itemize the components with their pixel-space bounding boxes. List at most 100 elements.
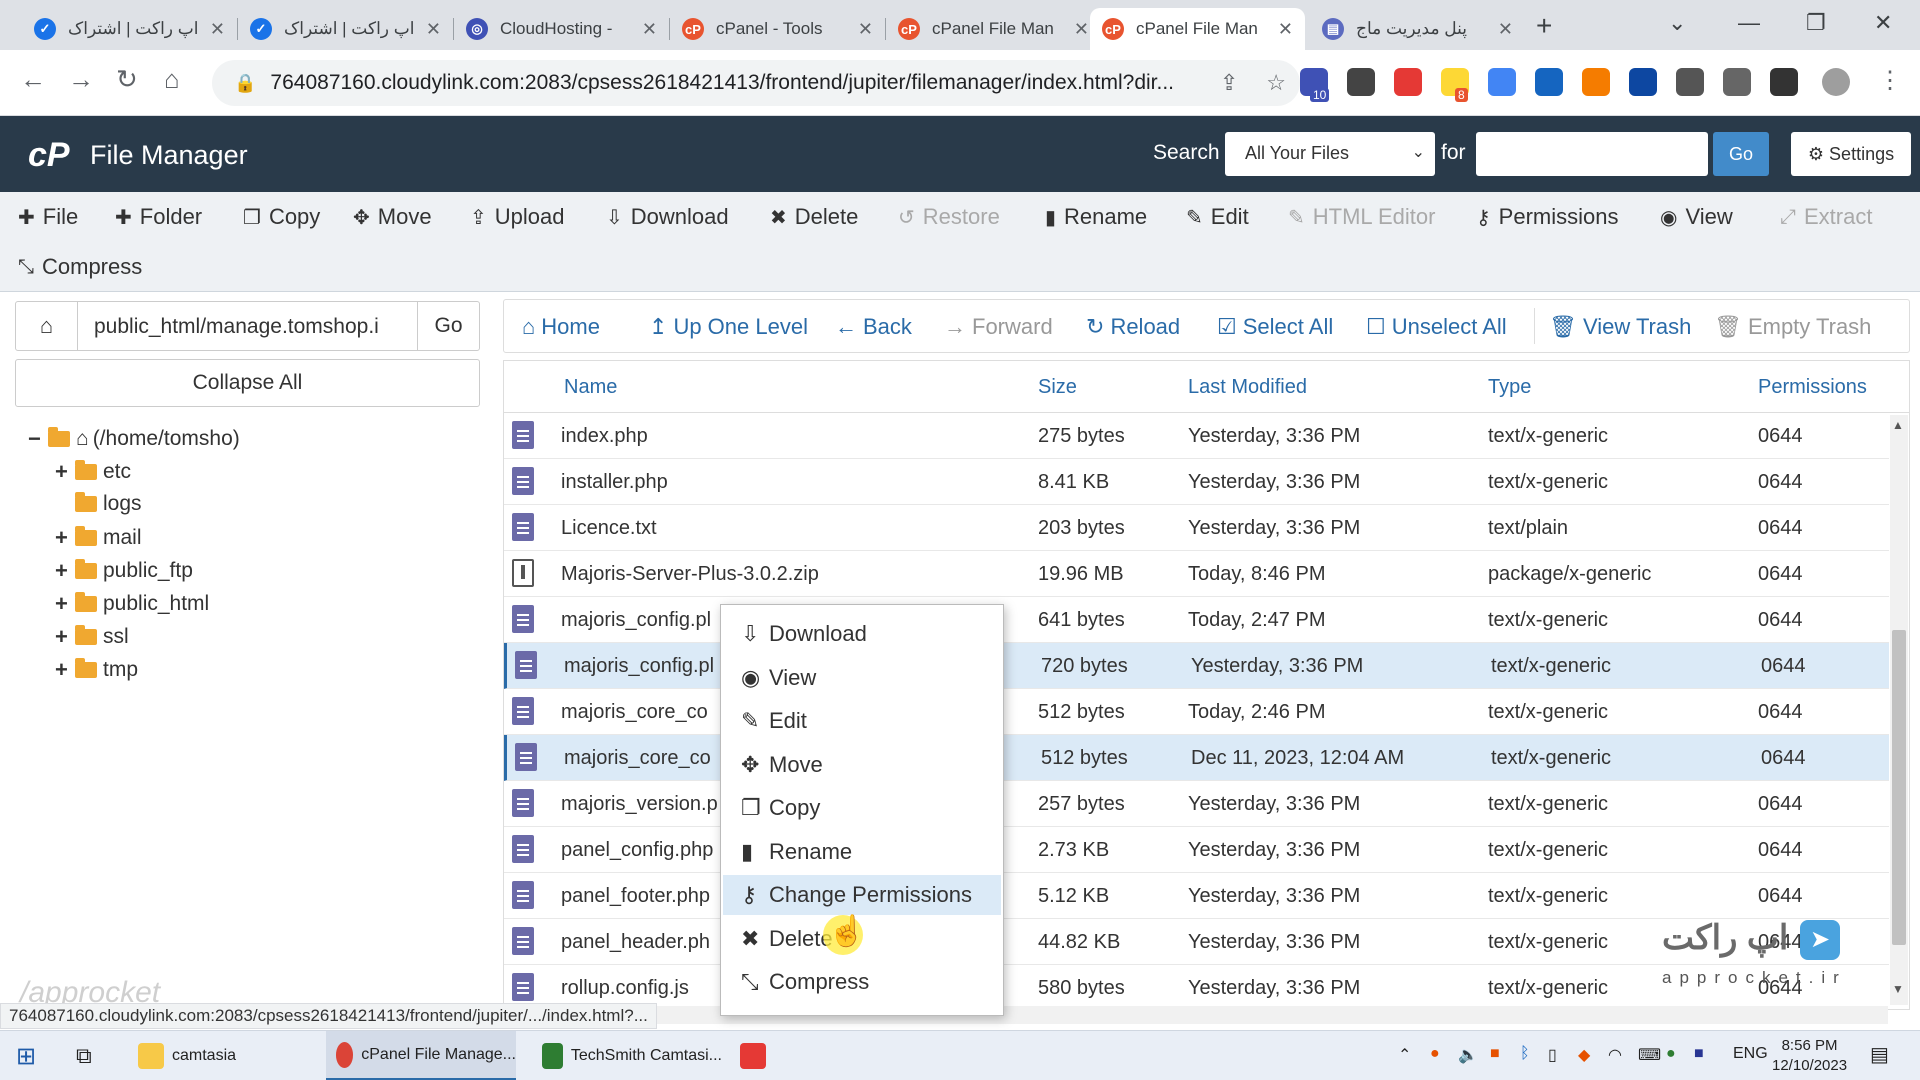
- tray-chevron-icon[interactable]: ⌃: [1398, 1045, 1411, 1065]
- search-input[interactable]: [1476, 132, 1708, 176]
- column-size[interactable]: Size: [1038, 376, 1077, 399]
- unselect-all-button[interactable]: ☐ Unselect All: [1366, 314, 1507, 340]
- ctx-download[interactable]: ⇩ Download: [723, 614, 1001, 654]
- tree-item-public-ftp[interactable]: + public_ftp: [55, 558, 193, 584]
- tab-close-icon[interactable]: ✕: [1074, 19, 1089, 40]
- expand-icon[interactable]: +: [55, 591, 75, 617]
- column-last-modified[interactable]: Last Modified: [1188, 376, 1307, 399]
- tree-root[interactable]: − ⌂ (/home/tomsho): [28, 426, 240, 452]
- ctx-rename[interactable]: ▮ Rename: [723, 832, 1001, 872]
- cell-name[interactable]: majoris_config.pl: [561, 609, 711, 632]
- tab-close-icon[interactable]: ✕: [1498, 19, 1513, 40]
- upload-button[interactable]: ⇪ Upload: [470, 204, 564, 230]
- table-row[interactable]: installer.php 8.41 KB Yesterday, 3:36 PM te…: [504, 459, 1889, 505]
- scrollbar-thumb[interactable]: [1892, 630, 1906, 945]
- forward-button[interactable]: → Forward: [944, 314, 1053, 340]
- new-folder-button[interactable]: ✚ Folder: [115, 204, 202, 230]
- bookmark-star-icon[interactable]: ☆: [1266, 70, 1286, 96]
- extensions-puzzle-icon[interactable]: [1723, 68, 1751, 96]
- nav-home-button[interactable]: ⌂ Home: [522, 314, 600, 340]
- home-icon[interactable]: ⌂: [16, 302, 78, 350]
- column-type[interactable]: Type: [1488, 376, 1531, 399]
- taskbar-camtasia-folder[interactable]: camtasia: [128, 1031, 318, 1080]
- notification-icon[interactable]: ▤: [1870, 1042, 1889, 1067]
- tray-icon-9[interactable]: ●: [1666, 1045, 1676, 1063]
- forward-arrow-icon[interactable]: →: [68, 64, 94, 95]
- back-button[interactable]: ← Back: [835, 314, 912, 340]
- table-row[interactable]: majoris_config.pl 720 bytes Yesterday, 3:3…: [504, 643, 1889, 689]
- settings-button[interactable]: ⚙ Settings: [1791, 132, 1911, 176]
- search-scope-select[interactable]: All Your Files ⌄: [1225, 132, 1435, 176]
- table-row[interactable]: panel_config.php 2.73 KB Yesterday, 3:36 P…: [504, 827, 1889, 873]
- view-trash-button[interactable]: 🗑 View Trash: [1549, 314, 1691, 340]
- table-row[interactable]: index.php 275 bytes Yesterday, 3:36 PM text…: [504, 413, 1889, 459]
- tree-item-ssl[interactable]: + ssl: [55, 624, 129, 650]
- tab-close-icon[interactable]: ✕: [642, 19, 657, 40]
- battery-icon[interactable]: ▯: [1548, 1045, 1557, 1065]
- ctx-move[interactable]: ✥ Move: [723, 745, 1001, 785]
- extension-icon-9[interactable]: [1676, 68, 1704, 96]
- wifi-icon[interactable]: ◠: [1608, 1045, 1622, 1065]
- restore-icon[interactable]: ❐: [1806, 10, 1826, 36]
- expand-icon[interactable]: +: [55, 657, 75, 683]
- tab-close-icon[interactable]: ✕: [1278, 19, 1293, 40]
- compress-button[interactable]: ⤡ Compress: [18, 254, 142, 280]
- extension-icon-6[interactable]: [1535, 68, 1563, 96]
- move-button[interactable]: ✥ Move: [353, 204, 432, 230]
- cell-name[interactable]: index.php: [561, 425, 648, 448]
- path-input[interactable]: public_html/manage.tomshop.i: [94, 315, 414, 339]
- qr-extension-icon[interactable]: [1347, 68, 1375, 96]
- tab-search-icon[interactable]: ⌄: [1668, 10, 1686, 36]
- browser-tab-5[interactable]: cP cPanel File Man ✕: [886, 8, 1101, 50]
- reload-icon[interactable]: ↻: [116, 64, 138, 95]
- rename-button[interactable]: ▮ Rename: [1045, 204, 1147, 230]
- browser-tab-active[interactable]: cP cPanel File Man ✕: [1090, 8, 1305, 50]
- edit-button[interactable]: ✎ Edit: [1186, 204, 1249, 230]
- cell-name[interactable]: panel_config.php: [561, 839, 713, 862]
- tab-close-icon[interactable]: ✕: [858, 19, 873, 40]
- more-menu-icon[interactable]: ⋮: [1878, 66, 1902, 95]
- table-row[interactable]: Licence.txt 203 bytes Yesterday, 3:36 PM te…: [504, 505, 1889, 551]
- task-view-icon[interactable]: ⧉: [76, 1031, 92, 1080]
- home-icon[interactable]: ⌂: [164, 64, 180, 95]
- tab-close-icon[interactable]: ✕: [426, 19, 441, 40]
- metamask-icon[interactable]: [1582, 68, 1610, 96]
- download-button[interactable]: ⇩ Download: [606, 204, 729, 230]
- tree-item-mail[interactable]: + mail: [55, 525, 142, 551]
- copy-button[interactable]: ❐ Copy: [243, 204, 320, 230]
- language-indicator[interactable]: ENG: [1733, 1045, 1768, 1063]
- browser-tab-1[interactable]: ✓ اپ راکت | اشتراک ✕: [22, 8, 237, 50]
- keyboard-icon[interactable]: ⌨: [1638, 1045, 1661, 1065]
- collapse-all-button[interactable]: Collapse All: [15, 359, 480, 407]
- tree-item-tmp[interactable]: + tmp: [55, 657, 138, 683]
- scroll-down-icon[interactable]: ▼: [1892, 982, 1904, 996]
- cell-name[interactable]: majoris_config.pl: [564, 655, 714, 678]
- ctx-compress[interactable]: ⤡ Compress: [723, 962, 1001, 1002]
- tree-item-etc[interactable]: + etc: [55, 459, 131, 485]
- horizontal-scrollbar[interactable]: [503, 1006, 1888, 1024]
- taskbar-camtasia[interactable]: TechSmith Camtasi...: [532, 1031, 722, 1080]
- html-editor-button[interactable]: ✎ HTML Editor: [1288, 204, 1435, 230]
- table-row[interactable]: majoris_config.pl 641 bytes Today, 2:47 PM…: [504, 597, 1889, 643]
- tray-icon-10[interactable]: ■: [1694, 1045, 1704, 1063]
- cell-name[interactable]: panel_header.ph: [561, 931, 710, 954]
- up-one-level-button[interactable]: ↥ Up One Level: [649, 314, 808, 340]
- ctx-view[interactable]: ◉ View: [723, 658, 1001, 698]
- bluetooth-icon[interactable]: ᛒ: [1520, 1045, 1530, 1063]
- table-row[interactable]: majoris_version.p 257 bytes Yesterday, 3:3…: [504, 781, 1889, 827]
- extension-icon-3[interactable]: [1394, 68, 1422, 96]
- ctx-edit[interactable]: ✎ Edit: [723, 701, 1001, 741]
- column-permissions[interactable]: Permissions: [1758, 376, 1867, 399]
- browser-tab-2[interactable]: ✓ اپ راکت | اشتراک ✕: [238, 8, 453, 50]
- browser-tab-4[interactable]: cP cPanel - Tools ✕: [670, 8, 885, 50]
- search-go-button[interactable]: Go: [1713, 132, 1769, 176]
- cell-name[interactable]: majoris_core_co: [564, 747, 711, 770]
- cell-name[interactable]: Licence.txt: [561, 517, 657, 540]
- cell-name[interactable]: rollup.config.js: [561, 977, 689, 1000]
- close-window-icon[interactable]: ✕: [1874, 10, 1892, 36]
- cell-name[interactable]: panel_footer.php: [561, 885, 710, 908]
- translate-extension-icon[interactable]: [1488, 68, 1516, 96]
- new-file-button[interactable]: ✚ File: [18, 204, 78, 230]
- volume-icon[interactable]: 🔈: [1458, 1045, 1478, 1065]
- table-row[interactable]: Majoris-Server-Plus-3.0.2.zip 19.96 MB Tod…: [504, 551, 1889, 597]
